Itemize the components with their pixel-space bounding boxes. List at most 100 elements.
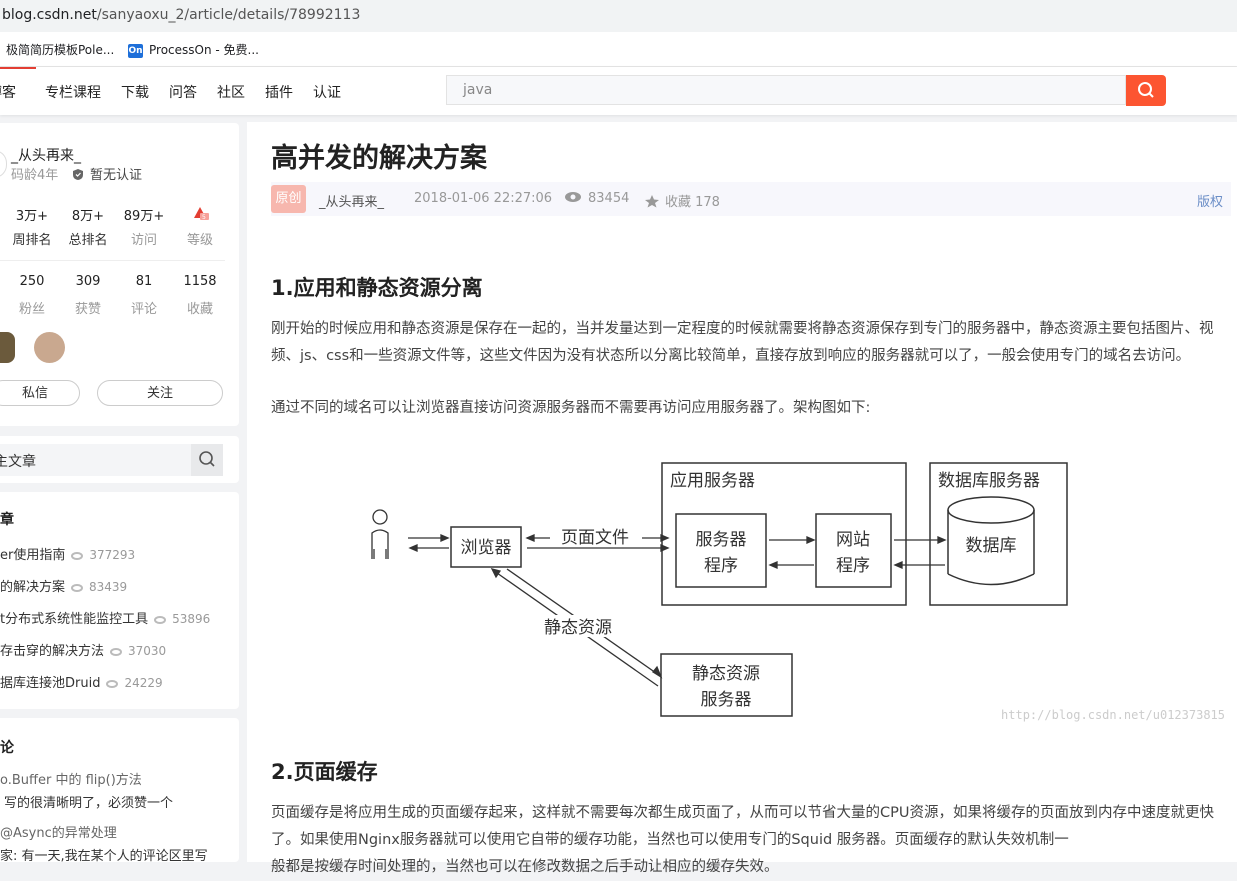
static-server-label: 服务器 xyxy=(701,690,752,710)
stat-fans-value: 250 xyxy=(19,274,45,289)
favorite-button[interactable]: 收藏 178 xyxy=(644,191,720,210)
article-main: 高并发的解决方案 原创 _从头再来_ 2018-01-06 22:27:06 8… xyxy=(247,122,1237,875)
db-server-label: 数据库服务器 xyxy=(938,471,1040,491)
eye-icon xyxy=(106,679,119,688)
search-placeholder: java xyxy=(463,82,493,98)
side-search-button[interactable] xyxy=(191,444,223,476)
bookmarks-bar: 极简简历模板Pole... On ProcessOn - 免费... xyxy=(0,32,1237,67)
stat-week-rank-value: 3万+ xyxy=(15,209,49,224)
stat-likes-label: 获赞 xyxy=(74,302,101,317)
search-button[interactable] xyxy=(1126,75,1166,106)
server-program-box xyxy=(675,513,767,588)
nav-tab-qa[interactable]: 问答 xyxy=(169,82,197,102)
url-text[interactable]: blog.csdn.net/sanyaoxu_2/article/details… xyxy=(2,7,360,23)
architecture-diagram: 浏览器 页面文件 应用服务器 服务器 程序 网站 程序 数据库服务器 数据库 静… xyxy=(371,462,1225,722)
list-item[interactable]: t分布式系统性能监控工具 53896 xyxy=(0,608,210,627)
nav-tab-community[interactable]: 社区 xyxy=(217,82,245,102)
active-tab-indicator xyxy=(0,67,36,69)
author-link[interactable]: _从头再来_ xyxy=(319,191,384,210)
static-server-label: 静态资源 xyxy=(692,664,760,684)
comment-text: 写的很清晰明了，必须赞一个 xyxy=(4,796,174,811)
stat-visits-label: 访问 xyxy=(130,233,157,248)
comments-title: 论 xyxy=(0,740,14,756)
side-search-card: 主文章 xyxy=(0,436,239,483)
stat-favorites-value: 1158 xyxy=(183,274,217,289)
eye-icon xyxy=(565,192,581,202)
recent-comments-card: 论 o.Buffer 中的 flip()方法 写的很清晰明了，必须赞一个 @As… xyxy=(0,718,239,864)
web-program-box xyxy=(815,513,892,588)
app-server-label: 应用服务器 xyxy=(670,471,755,491)
server-program-label: 程序 xyxy=(704,556,738,576)
stat-fans-label: 粉丝 xyxy=(18,302,45,317)
list-item[interactable]: 的解决方案 83439 xyxy=(0,576,127,595)
stat-total-rank-label: 总排名 xyxy=(68,233,108,248)
search-icon xyxy=(199,451,215,467)
bookmark-label: ProcessOn - 免费... xyxy=(149,43,259,57)
article-title: 高并发的解决方案 xyxy=(271,143,487,174)
list-item[interactable]: 据库连接池Druid 24229 xyxy=(0,672,163,691)
profile-name[interactable]: _从头再来_ xyxy=(11,145,81,165)
web-program-label: 程序 xyxy=(836,556,870,576)
nav-tab-download[interactable]: 下载 xyxy=(121,82,149,102)
nav-tab-cert[interactable]: 认证 xyxy=(313,82,341,102)
stat-comments-value: 81 xyxy=(135,274,153,289)
eye-icon xyxy=(71,551,84,560)
eye-icon xyxy=(154,615,167,624)
section-heading: 2.页面缓存 xyxy=(271,760,378,784)
browser-label: 浏览器 xyxy=(461,538,512,558)
medal-icon[interactable] xyxy=(0,332,15,363)
server-program-label: 服务器 xyxy=(696,530,747,550)
watermark: http://blog.csdn.net/u012373815 xyxy=(1001,708,1225,722)
code-age: 码龄4年 xyxy=(11,168,59,183)
nav-tab-plugins[interactable]: 插件 xyxy=(265,82,293,102)
badge-icon[interactable] xyxy=(34,332,65,363)
copyright-link[interactable]: 版权 xyxy=(1197,191,1223,210)
article-meta-bar: 原创 _从头再来_ 2018-01-06 22:27:06 83454 收藏 1… xyxy=(271,182,1231,216)
section-heading: 1.应用和静态资源分离 xyxy=(271,276,483,300)
comment-article-link[interactable]: @Async的异常处理 xyxy=(0,822,117,841)
message-button[interactable]: 私信 xyxy=(0,380,80,406)
stat-favorites-label: 收藏 xyxy=(186,302,213,317)
user-icon xyxy=(371,509,389,559)
paragraph: 通过不同的域名可以让浏览器直接访问资源服务器而不需要再访问应用服务器了。架构图如… xyxy=(271,400,871,416)
stat-visits-value: 89万+ xyxy=(123,209,165,224)
bookmark-item[interactable]: On ProcessOn - 免费... xyxy=(128,41,259,58)
address-bar[interactable]: blog.csdn.net/sanyaoxu_2/article/details… xyxy=(0,0,1237,32)
database-label: 数据库 xyxy=(966,536,1017,556)
stat-week-rank-label: 周排名 xyxy=(12,233,52,248)
paragraph: 刚开始的时候应用和静态资源是保存在一起的，当并发量达到一定程度的时候就需要将静态… xyxy=(271,321,1214,364)
follow-button[interactable]: 关注 xyxy=(97,380,223,406)
paragraph: 页面缓存是将应用生成的页面缓存起来，这样就不需要每次都生成页面了，从而可以节省大… xyxy=(271,805,1214,848)
avatar[interactable] xyxy=(0,150,7,178)
nav-tab-courses[interactable]: 专栏课程 xyxy=(45,82,101,102)
original-badge: 原创 xyxy=(271,185,306,213)
site-nav: 博客 专栏课程 下载 问答 社区 插件 认证 java xyxy=(0,67,1237,115)
static-resource-label: 静态资源 xyxy=(544,618,612,638)
bookmark-label: 极简简历模板Pole... xyxy=(6,43,115,57)
web-program-label: 网站 xyxy=(836,530,870,550)
side-search-input[interactable]: 主文章 xyxy=(0,444,191,476)
stat-level-label: 等级 xyxy=(186,233,213,248)
page-file-label: 页面文件 xyxy=(561,528,629,548)
star-icon xyxy=(645,195,659,208)
view-count: 83454 xyxy=(564,191,629,206)
shield-icon xyxy=(73,169,83,180)
hot-articles-title: 章 xyxy=(0,512,14,528)
divider xyxy=(0,260,225,261)
list-item[interactable]: er使用指南 377293 xyxy=(0,544,135,563)
publish-time: 2018-01-06 22:27:06 xyxy=(414,191,553,206)
hot-articles-card: 章 er使用指南 377293 的解决方案 83439 t分布式系统性能监控工具 53… xyxy=(0,492,239,709)
bookmark-item[interactable]: 极简简历模板Pole... xyxy=(6,41,114,58)
stat-likes-value: 309 xyxy=(75,274,101,289)
paragraph: 般都是按缓存时间处理的，当然也可以在修改数据之后手动让相应的缓存失效。 xyxy=(271,859,779,875)
search-input[interactable]: java xyxy=(446,75,1126,105)
eye-icon xyxy=(110,647,123,656)
nav-tab-blog[interactable]: 博客 xyxy=(0,82,16,102)
eye-icon xyxy=(71,583,84,592)
stat-comments-label: 评论 xyxy=(130,302,157,317)
profile-card: _从头再来_ 码龄4年 暂无认证 3万+ 8万+ 89万+ 5 周排名 总排名 … xyxy=(0,123,239,426)
comment-article-link[interactable]: o.Buffer 中的 flip()方法 xyxy=(0,769,142,788)
list-item[interactable]: 存击穿的解决方法 37030 xyxy=(0,640,166,659)
processon-icon: On xyxy=(128,43,143,58)
level-icon[interactable]: 5 xyxy=(191,204,211,226)
